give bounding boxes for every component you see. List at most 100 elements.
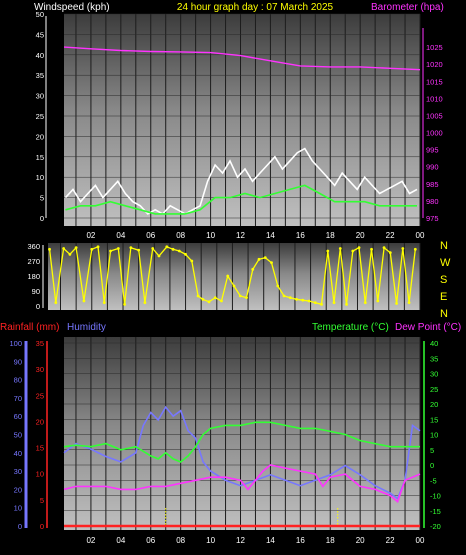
y-tick-label: 0 xyxy=(40,214,44,223)
wind-direction-point xyxy=(370,247,373,251)
humidity-tick-label: 0 xyxy=(18,522,22,531)
wind-direction-point xyxy=(116,247,120,250)
wind-direction-point xyxy=(338,247,342,250)
wind-direction-point xyxy=(276,284,280,288)
rain-tick-label: 20 xyxy=(36,417,44,426)
wind-direction-point xyxy=(307,299,311,303)
rain-tick-label: 5 xyxy=(40,496,44,505)
temp-tick-label: 5 xyxy=(430,446,434,455)
chart-title: 24 hour graph day : 07 March 2025 xyxy=(177,2,334,13)
x-tick-label: 10 xyxy=(206,231,215,240)
temp-tick-label: 35 xyxy=(430,354,438,363)
humidity-tick-label: 80 xyxy=(14,376,22,385)
wind-direction-point xyxy=(332,301,336,305)
temp-tick-label: 40 xyxy=(430,339,438,348)
wind-direction-point xyxy=(137,248,141,252)
temp-tick-label: -5 xyxy=(430,476,437,485)
weather-graph: 0510152025303540455097598098599099510001… xyxy=(0,2,461,545)
wind-direction-point xyxy=(102,301,106,305)
x-tick-label: 12 xyxy=(236,231,245,240)
rain-tick-label: 35 xyxy=(36,339,44,348)
wind-direction-point xyxy=(388,251,392,255)
temp-tick-label: 15 xyxy=(430,415,438,424)
wind-direction-point xyxy=(74,246,78,250)
x-tick-label: 08 xyxy=(176,231,185,240)
x-tick-label: 02 xyxy=(86,231,95,240)
wind-direction-point xyxy=(190,259,194,263)
x-tick-label: 06 xyxy=(146,231,155,240)
wind-ylabel: Windspeed (kph) xyxy=(34,2,110,13)
x-tick-label: 06 xyxy=(146,536,155,545)
y2-tick-label: 995 xyxy=(426,146,439,155)
wind-direction-point xyxy=(407,301,411,305)
humidity-tick-label: 20 xyxy=(14,485,22,494)
x-tick-label: 14 xyxy=(266,536,275,545)
y-tick-label: 45 xyxy=(36,30,44,39)
direction-label: E xyxy=(440,291,447,303)
temp-tick-label: -10 xyxy=(430,492,441,501)
wind-direction-point xyxy=(320,302,323,306)
baro-ylabel: Barometer (hpa) xyxy=(371,2,444,13)
wind-direction-point xyxy=(96,245,100,249)
wind-direction-point xyxy=(363,301,367,305)
humidity-tick-label: 100 xyxy=(9,339,22,348)
wind-direction-point xyxy=(232,284,236,288)
x-tick-label: 04 xyxy=(116,536,125,545)
wind-direction-point xyxy=(270,261,273,265)
wind-direction-point xyxy=(401,247,405,250)
humidity-tick-label: 70 xyxy=(14,394,22,403)
temp-tick-label: -20 xyxy=(430,522,441,531)
x-tick-label: 18 xyxy=(326,536,335,545)
rain-tick-label: 0 xyxy=(40,522,44,531)
wind-direction-point xyxy=(376,299,380,303)
y2-tick-label: 1020 xyxy=(426,60,443,69)
y-tick-label: 25 xyxy=(36,112,44,121)
wind-direction-point xyxy=(196,294,200,298)
y2-tick-label: 1025 xyxy=(426,43,443,52)
temp-tick-label: 25 xyxy=(430,385,438,394)
x-tick-label: 16 xyxy=(296,536,305,545)
y-tick-label: 5 xyxy=(40,194,44,203)
y-tick-label: 35 xyxy=(36,71,44,80)
y2-tick-label: 1005 xyxy=(426,111,443,120)
humidity-tick-label: 30 xyxy=(14,467,22,476)
wind-direction-point xyxy=(165,245,169,249)
y-tick-label: 20 xyxy=(36,132,44,141)
wind-direction-point xyxy=(54,301,58,305)
wind-direction-point xyxy=(177,249,181,253)
y2-tick-label: 1015 xyxy=(426,77,443,86)
wind-direction-point xyxy=(213,296,217,300)
humidity-tick-label: 50 xyxy=(14,431,22,440)
wind-direction-point xyxy=(62,247,66,250)
wind-direction-point xyxy=(201,297,205,301)
y2-tick-label: 1000 xyxy=(426,129,443,138)
direction-label: S xyxy=(440,274,447,286)
x-tick-label: 22 xyxy=(386,231,395,240)
rain-tick-label: 15 xyxy=(36,444,44,453)
wind-direction-point xyxy=(351,249,355,253)
wind-direction-point xyxy=(143,301,147,305)
wind-direction-point xyxy=(301,298,305,302)
y2-tick-label: 975 xyxy=(426,214,439,223)
wind-direction-point xyxy=(288,296,292,300)
humidity-tick-label: 40 xyxy=(14,449,22,458)
wind-direction-point xyxy=(326,249,330,253)
x-tick-label: 12 xyxy=(236,536,245,545)
wind-direction-point xyxy=(263,256,267,260)
temp-tick-label: 10 xyxy=(430,431,438,440)
x-tick-label: 08 xyxy=(176,536,185,545)
wind-direction-point xyxy=(257,257,261,261)
temp-tick-label: 30 xyxy=(430,370,438,379)
wind-direction-point xyxy=(313,301,317,305)
temp-tick-label: -15 xyxy=(430,507,441,516)
temp-plot-area xyxy=(64,337,420,530)
wind-direction-point xyxy=(345,302,348,306)
humidity-ylabel: Humidity xyxy=(67,322,106,333)
temp-ylabel: Temperature (°C) xyxy=(312,322,389,333)
x-tick-label: 00 xyxy=(416,231,425,240)
temp-tick-label: 0 xyxy=(430,461,434,470)
wind-direction-point xyxy=(207,300,211,304)
x-tick-label: 16 xyxy=(296,231,305,240)
wind-direction-point xyxy=(109,249,112,253)
wind-direction-point xyxy=(90,247,94,251)
